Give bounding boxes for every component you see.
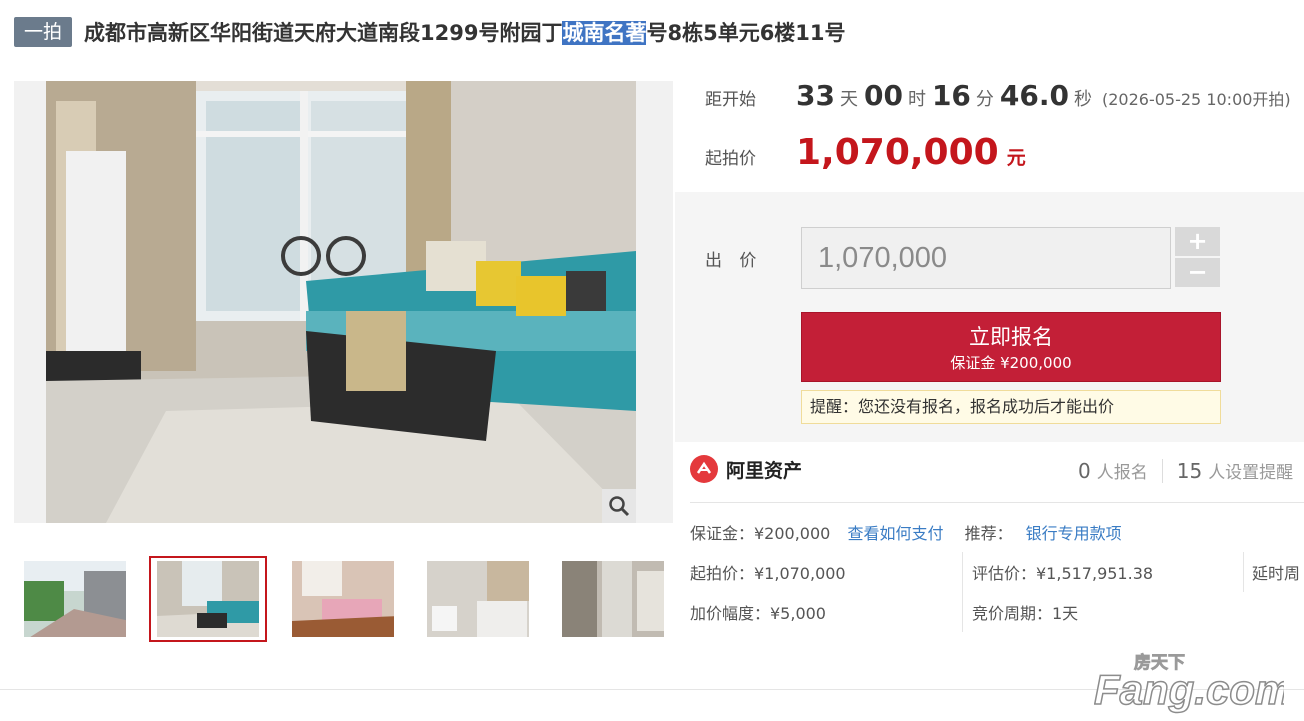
signups-count: 0 <box>1078 459 1091 483</box>
platform-name: 阿里资产 <box>726 459 803 482</box>
start-price-row: 起拍价 1,070,000 元 <box>705 132 1026 173</box>
seconds-unit: 秒 <box>1074 89 1092 110</box>
reminders-label: 人设置提醒 <box>1208 463 1294 483</box>
column-divider-2 <box>1243 552 1244 592</box>
thumbnail-1[interactable] <box>16 556 134 642</box>
magnifier-icon <box>609 496 630 517</box>
days-unit: 天 <box>839 89 858 110</box>
platform-logo[interactable]: 阿里资产 <box>690 455 802 483</box>
signup-button[interactable]: 立即报名 保证金 ¥200,000 <box>801 312 1221 382</box>
signup-button-label: 立即报名 <box>969 325 1053 349</box>
deposit-info: 保证金：¥200,000 查看如何支付 推荐： 银行专用款项 <box>690 520 1122 544</box>
page-title: 成都市高新区华阳街道天府大道南段1299号附园丁城南名著号8栋5单元6楼11号 <box>84 17 846 47</box>
deposit-amount: 保证金：¥200,000 <box>690 524 831 543</box>
signup-deposit-label: 保证金 ¥200,000 <box>950 354 1072 372</box>
signup-reminder: 提醒：您还没有报名，报名成功后才能出价 <box>801 390 1221 424</box>
thumbnail-3[interactable] <box>284 556 402 642</box>
bidding-cycle: 竞价周期：1天 <box>972 604 1079 623</box>
title-part-after: 号8栋5单元6楼11号 <box>646 21 846 45</box>
watermark-en: Fang.com <box>1094 666 1284 713</box>
recommend-label: 推荐： <box>964 524 1013 543</box>
countdown-label: 距开始 <box>705 90 756 110</box>
thumbnail-strip <box>14 556 674 644</box>
column-divider-1 <box>962 552 963 632</box>
countdown-seconds: 46.0 <box>999 79 1069 112</box>
zoom-button[interactable] <box>602 489 636 523</box>
countdown-hours: 00 <box>863 79 903 112</box>
title-part-before: 成都市高新区华阳街道天府大道南段1299号附园丁 <box>84 21 563 45</box>
ali-assets-icon <box>690 455 718 483</box>
bid-increment: 加价幅度：¥5,000 <box>690 604 826 623</box>
thumbnail-4[interactable] <box>419 556 537 642</box>
bank-payment-link[interactable]: 银行专用款项 <box>1026 524 1122 543</box>
decrease-bid-button[interactable]: − <box>1175 258 1220 287</box>
main-image-container <box>14 81 673 523</box>
countdown-days: 33 <box>796 79 835 112</box>
countdown-minutes: 16 <box>931 79 971 112</box>
bid-amount-input[interactable]: 1,070,000 <box>801 227 1171 289</box>
delay-cycle: 延时周 <box>1252 564 1301 583</box>
reminders-count: 15 <box>1176 459 1203 483</box>
how-to-pay-link[interactable]: 查看如何支付 <box>847 524 943 543</box>
section-divider <box>690 502 1304 503</box>
auction-stats: 0 人报名 15 人设置提醒 <box>1078 458 1293 483</box>
fang-watermark-logo: 房天下 Fang.com <box>1093 648 1293 714</box>
auction-round-badge: 一拍 <box>14 17 73 47</box>
auction-info: 距开始 33 天 00 时 16 分 46.0 秒 (2026-05-25 10:00开… <box>675 62 1304 192</box>
minutes-unit: 分 <box>975 89 994 110</box>
start-price-detail: 起拍价：¥1,070,000 <box>690 564 846 583</box>
appraisal-price: 评估价：¥1,517,951.38 <box>972 564 1154 583</box>
start-price-unit: 元 <box>1006 147 1026 169</box>
thumbnail-5[interactable] <box>554 556 672 642</box>
bid-panel: 出 价 1,070,000 + − 立即报名 保证金 ¥200,000 提醒：您… <box>675 192 1304 442</box>
hours-unit: 时 <box>907 89 926 110</box>
main-property-photo[interactable] <box>46 81 636 523</box>
start-price-label: 起拍价 <box>705 149 756 169</box>
bid-label: 出 价 <box>705 251 763 271</box>
stats-divider <box>1161 458 1163 483</box>
start-price-value: 1,070,000 <box>796 132 999 173</box>
countdown: 距开始 33 天 00 时 16 分 46.0 秒 (2026-05-25 10:00开… <box>705 79 1291 112</box>
start-time: (2026-05-25 10:00开拍) <box>1102 90 1291 109</box>
title-row: 一拍 成都市高新区华阳街道天府大道南段1299号附园丁城南名著号8栋5单元6楼1… <box>14 14 1294 50</box>
signups-label: 人报名 <box>1096 463 1148 483</box>
title-selected-text: 城南名著 <box>562 21 647 45</box>
increase-bid-button[interactable]: + <box>1175 227 1220 256</box>
thumbnail-2-selected[interactable] <box>149 556 267 642</box>
